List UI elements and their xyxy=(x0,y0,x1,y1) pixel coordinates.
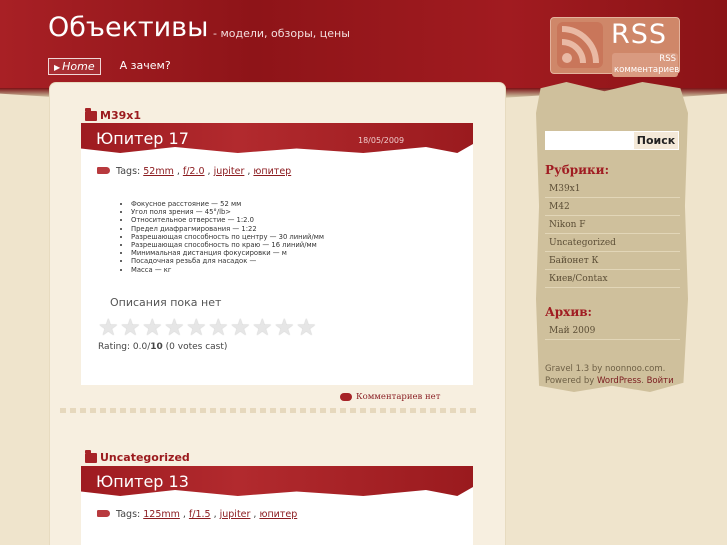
spec-item: Фокусное расстояние — 52 мм xyxy=(131,200,324,208)
category-link[interactable]: Uncategorized xyxy=(545,234,680,252)
tag-icon xyxy=(97,167,110,174)
post-tags: Tags: 52mm, f/2.0, jupiter, юпитер xyxy=(97,166,291,177)
nav-home[interactable]: Home xyxy=(48,58,101,75)
spec-item: Разрешающая способность по центру — 30 л… xyxy=(131,233,324,241)
rating-text: Rating: 0.0/10 (0 votes cast) xyxy=(98,342,227,352)
star-icon[interactable]: ★ xyxy=(142,317,163,340)
category-link[interactable]: M39x1 xyxy=(545,180,680,198)
footer-credit: Gravel 1.3 by noonnoo.com. xyxy=(545,364,666,374)
post-category-label[interactable]: Uncategorized xyxy=(100,451,190,464)
star-icon[interactable]: ★ xyxy=(120,317,141,340)
archive-list: Май 2009 xyxy=(545,322,680,340)
tags-label: Tags: xyxy=(116,509,141,520)
post-category[interactable]: Uncategorized xyxy=(85,449,190,464)
tag-link[interactable]: 52mm xyxy=(143,166,174,177)
spec-item: Минимальная дистанция фокусировки — м xyxy=(131,249,324,257)
spec-item: Масса — кг xyxy=(131,266,324,274)
spec-item: Предел диафрагмирования — 1:22 xyxy=(131,225,324,233)
post-tags: Tags: 125mm, f/1.5, jupiter, юпитер xyxy=(97,509,297,520)
post-divider xyxy=(60,408,480,413)
star-icon[interactable]: ★ xyxy=(274,317,295,340)
tag-link[interactable]: юпитер xyxy=(259,509,297,520)
category-link[interactable]: M42 xyxy=(545,198,680,216)
tag-link[interactable]: jupiter xyxy=(214,166,245,177)
rating-max: 10 xyxy=(150,342,163,352)
post-category-label[interactable]: M39x1 xyxy=(100,109,141,122)
folder-icon xyxy=(85,449,97,463)
search-button[interactable]: Поиск xyxy=(633,131,679,150)
star-icon[interactable]: ★ xyxy=(164,317,185,340)
rating-stars[interactable]: ★ ★ ★ ★ ★ ★ ★ ★ ★ ★ xyxy=(98,317,317,340)
star-icon[interactable]: ★ xyxy=(230,317,251,340)
site-description: - модели, обзоры, цены xyxy=(213,27,350,40)
categories-list: M39x1 M42 Nikon F Uncategorized Байонет … xyxy=(545,180,680,288)
star-icon[interactable]: ★ xyxy=(252,317,273,340)
site-title[interactable]: Объективы xyxy=(48,12,208,43)
star-icon[interactable]: ★ xyxy=(186,317,207,340)
post-title[interactable]: Юпитер 17 xyxy=(96,129,189,148)
nav-about[interactable]: А зачем? xyxy=(115,58,176,75)
comments-link[interactable]: Комментариев нет xyxy=(340,392,440,402)
tag-link[interactable]: jupiter xyxy=(220,509,251,520)
rss-icon xyxy=(557,22,603,68)
tag-icon xyxy=(97,510,110,517)
tag-link[interactable]: f/2.0 xyxy=(183,166,205,177)
footer-powered: Powered by xyxy=(545,376,595,386)
comments-label[interactable]: Комментариев нет xyxy=(356,392,440,402)
spec-item: Посадочная резьба для насадок — xyxy=(131,257,324,265)
login-link[interactable]: Войти xyxy=(647,376,674,386)
no-description-text: Описания пока нет xyxy=(110,296,222,309)
rating-votes: (0 votes cast) xyxy=(162,342,228,352)
archive-link[interactable]: Май 2009 xyxy=(545,322,680,340)
folder-icon xyxy=(85,107,97,121)
search-input[interactable] xyxy=(545,131,633,150)
post-title[interactable]: Юпитер 13 xyxy=(96,472,189,491)
category-link[interactable]: Байонет К xyxy=(545,252,680,270)
spec-list: Фокусное расстояние — 52 мм Угол поля зр… xyxy=(131,200,324,274)
tag-link[interactable]: f/1.5 xyxy=(189,509,211,520)
tag-link[interactable]: юпитер xyxy=(253,166,291,177)
star-icon[interactable]: ★ xyxy=(296,317,317,340)
archive-heading: Архив: xyxy=(545,305,592,319)
spec-item: Угол поля зрения — 45°/lb> xyxy=(131,208,324,216)
tag-link[interactable]: 125mm xyxy=(143,509,180,520)
comment-icon xyxy=(340,393,352,401)
category-link[interactable]: Киев/Contax xyxy=(545,270,680,288)
rating-score: Rating: 0.0/ xyxy=(98,342,151,352)
star-icon[interactable]: ★ xyxy=(208,317,229,340)
spec-item: Относительное отверстие — 1:2.0 xyxy=(131,216,324,224)
rss-comments-button[interactable]: RSS комментариев xyxy=(612,53,679,77)
rss-label: RSS xyxy=(611,19,668,50)
star-icon[interactable]: ★ xyxy=(98,317,119,340)
post-category[interactable]: M39x1 xyxy=(85,107,141,122)
wordpress-link[interactable]: WordPress xyxy=(597,376,641,386)
main-nav: Home А зачем? xyxy=(48,58,176,75)
tags-label: Tags: xyxy=(116,166,141,177)
spec-item: Разрешающая способность по краю — 16 лин… xyxy=(131,241,324,249)
post-date: 18/05/2009 xyxy=(358,136,405,145)
category-link[interactable]: Nikon F xyxy=(545,216,680,234)
sidebar-footer: Gravel 1.3 by noonnoo.com. Powered by Wo… xyxy=(545,364,674,386)
categories-heading: Рубрики: xyxy=(545,163,609,177)
